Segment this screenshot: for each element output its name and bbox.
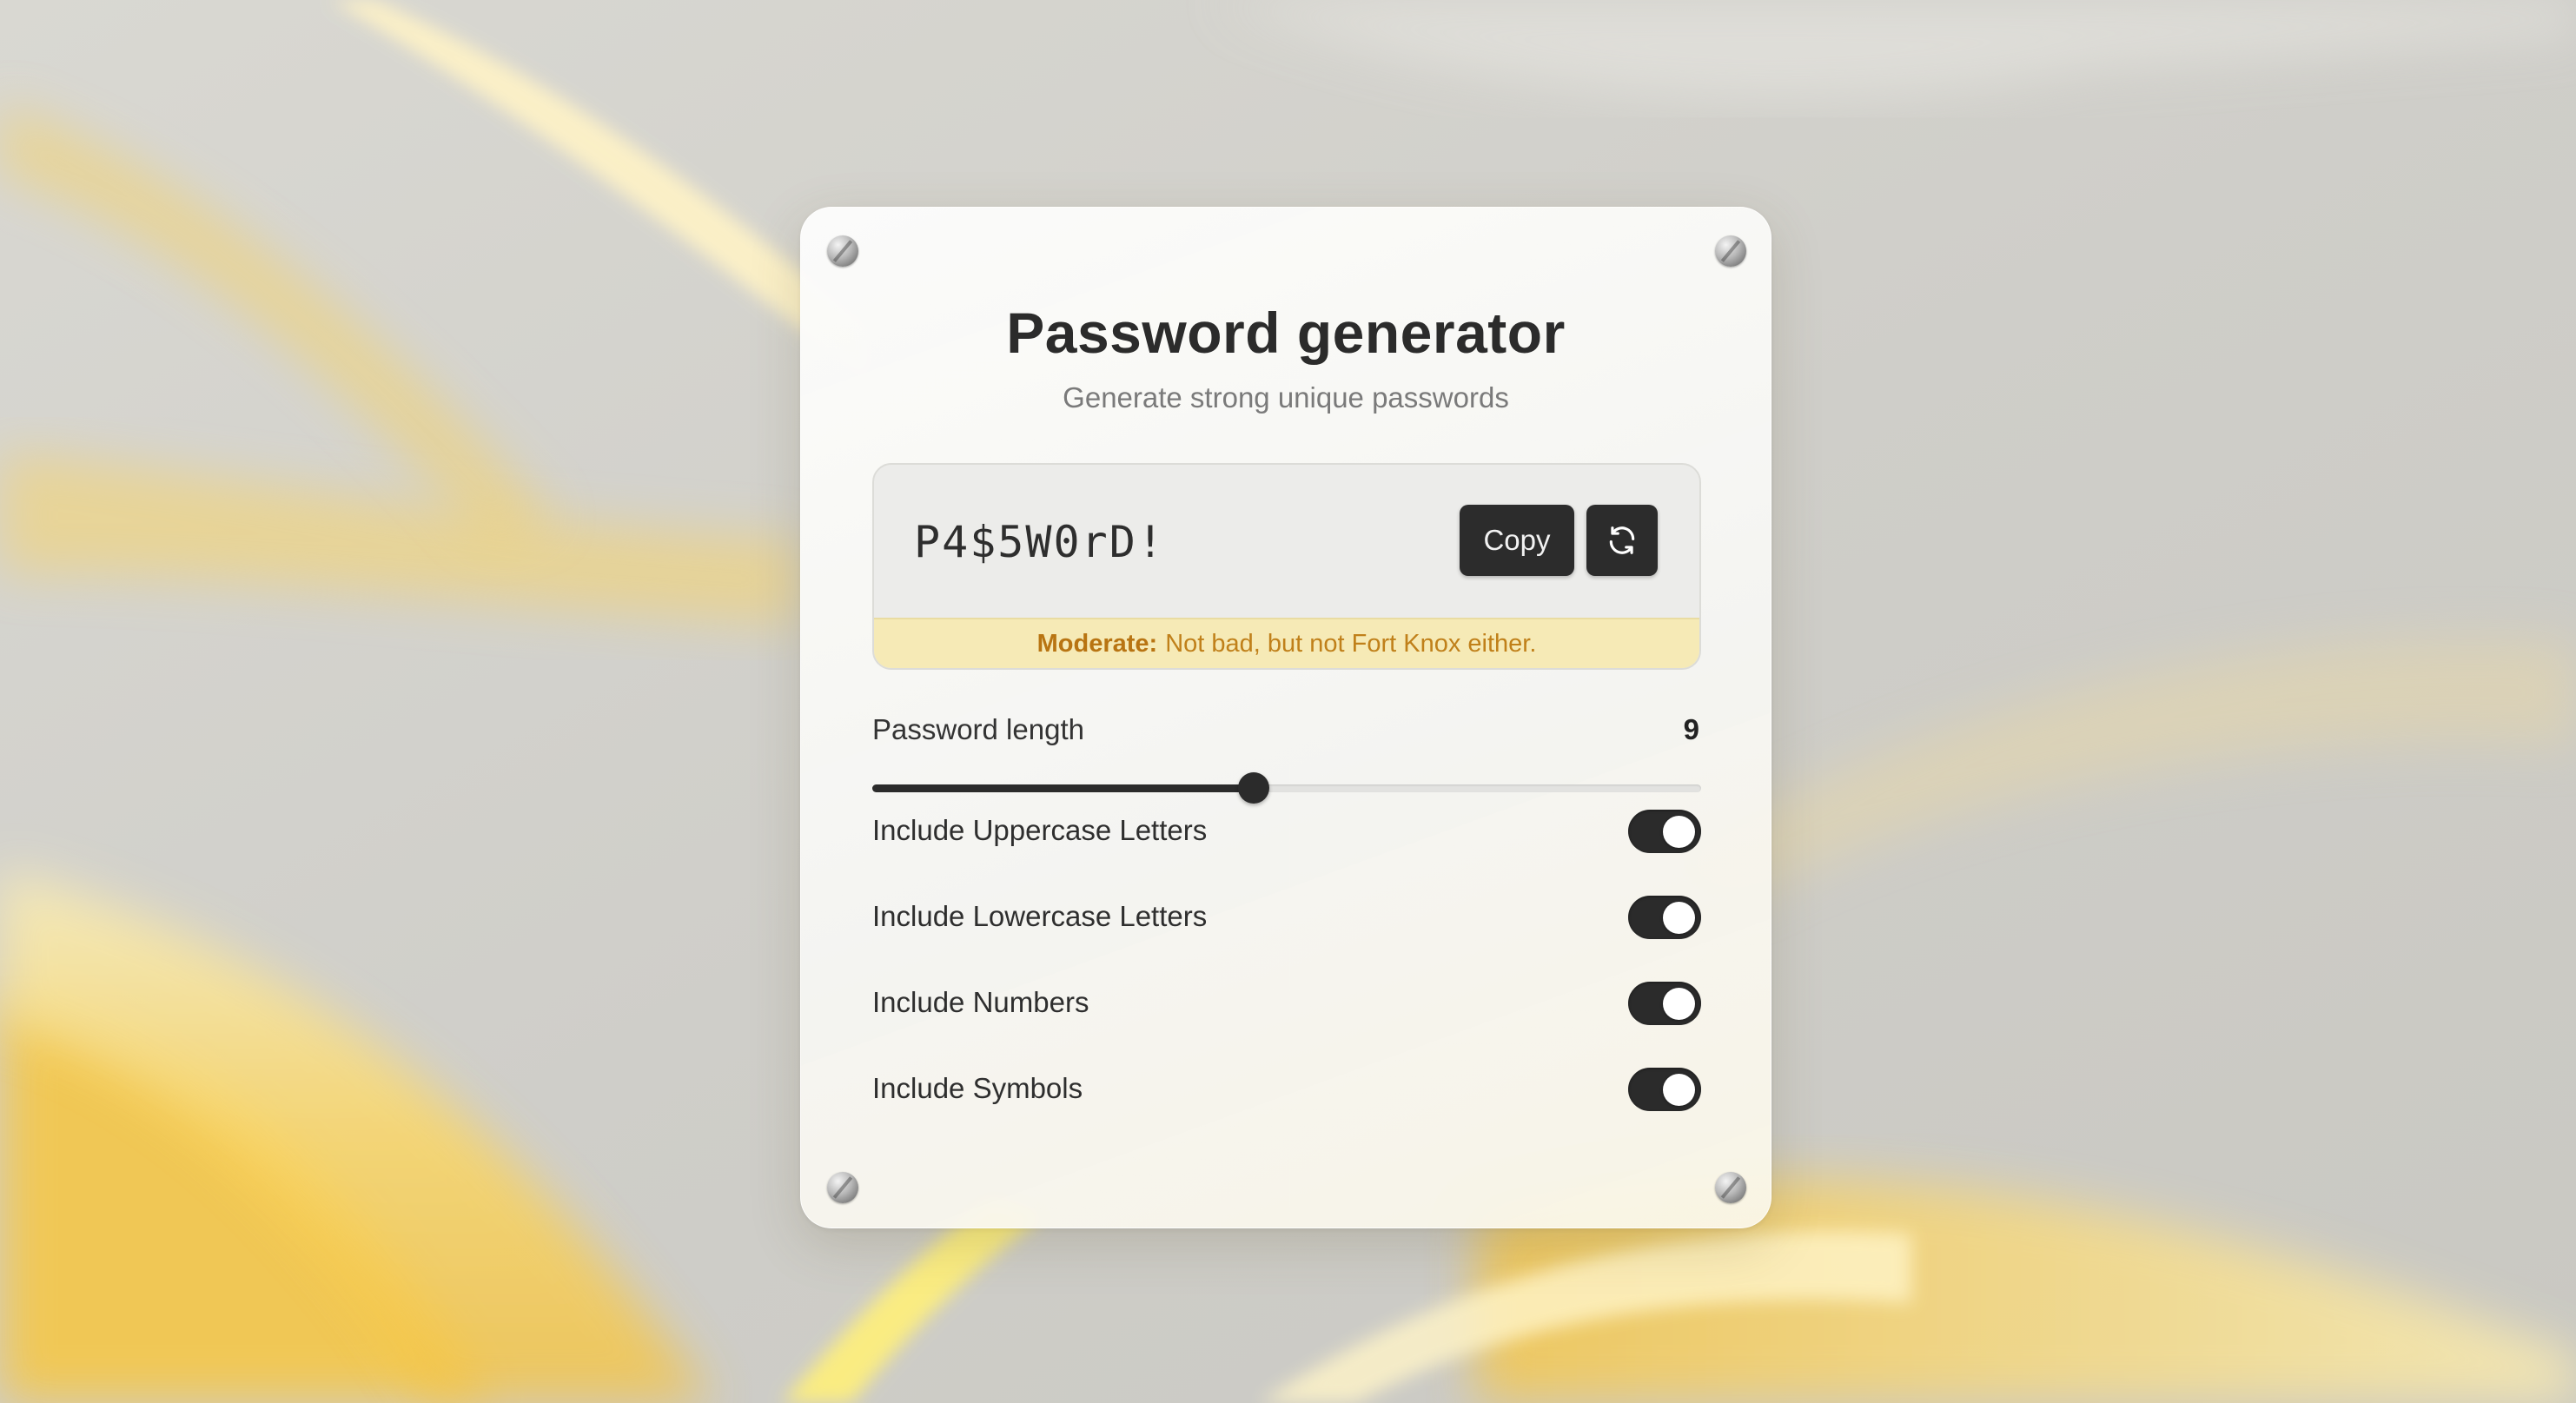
strength-level: Moderate: xyxy=(1036,629,1158,658)
refresh-button[interactable] xyxy=(1586,505,1658,576)
option-numbers: Include Numbers xyxy=(872,977,1701,1029)
option-label: Include Uppercase Letters xyxy=(872,814,1208,846)
page-subtitle: Generate strong unique passwords xyxy=(1063,381,1509,414)
slider-fill xyxy=(872,784,1254,792)
option-label: Include Symbols xyxy=(872,1072,1083,1104)
option-label: Include Lowercase Letters xyxy=(872,900,1208,932)
toggle-knob xyxy=(1663,988,1695,1020)
toggle-knob xyxy=(1663,902,1695,934)
screw-icon xyxy=(1715,1172,1746,1203)
toggle-knob xyxy=(1663,1074,1695,1106)
option-symbols: Include Symbols xyxy=(872,1063,1701,1115)
lowercase-toggle[interactable] xyxy=(1628,896,1701,939)
uppercase-toggle[interactable] xyxy=(1628,810,1701,853)
copy-button[interactable]: Copy xyxy=(1460,505,1574,576)
strength-indicator: Moderate: Not bad, but not Fort Knox eit… xyxy=(874,618,1699,668)
password-display: P4$5W0rD! Copy Moderate: Not bad, but no… xyxy=(872,463,1701,670)
toggle-knob xyxy=(1663,816,1695,848)
password-length-label: Password length xyxy=(872,713,1084,745)
password-length-slider[interactable] xyxy=(872,771,1701,805)
option-lowercase: Include Lowercase Letters xyxy=(872,891,1701,943)
option-uppercase: Include Uppercase Letters xyxy=(872,805,1701,857)
refresh-icon xyxy=(1609,526,1635,554)
numbers-toggle[interactable] xyxy=(1628,982,1701,1025)
symbols-toggle[interactable] xyxy=(1628,1068,1701,1111)
option-label: Include Numbers xyxy=(872,986,1089,1018)
screw-icon xyxy=(1715,235,1746,267)
page-title: Password generator xyxy=(1006,301,1566,365)
screw-icon xyxy=(827,1172,858,1203)
strength-message: Not bad, but not Fort Knox either. xyxy=(1165,629,1537,658)
slider-thumb[interactable] xyxy=(1237,772,1269,804)
password-length-value: 9 xyxy=(1683,713,1699,745)
screw-icon xyxy=(827,235,858,267)
generated-password[interactable]: P4$5W0rD! xyxy=(914,517,1165,567)
password-generator-card: Password generator Generate strong uniqu… xyxy=(800,207,1771,1228)
